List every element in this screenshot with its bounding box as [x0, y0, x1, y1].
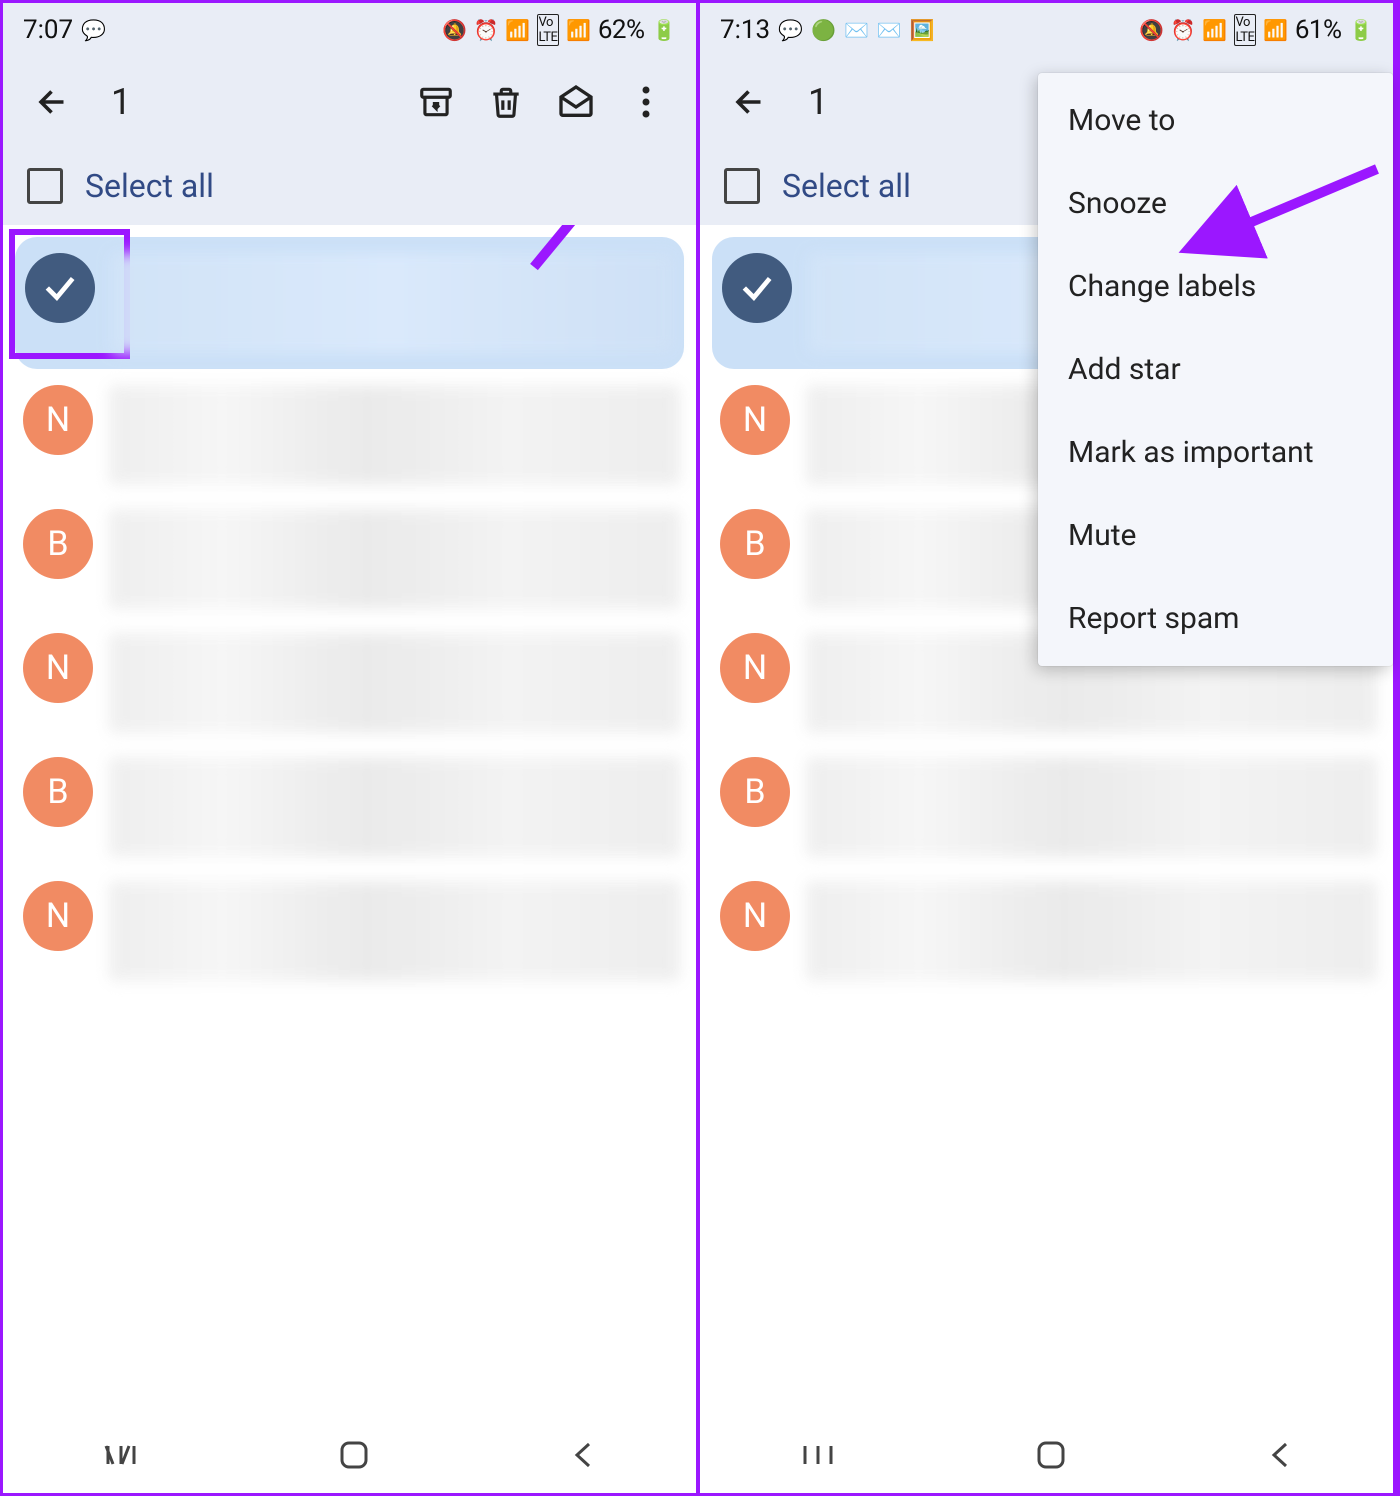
archive-button[interactable]: [406, 72, 466, 132]
battery-icon: 🔋: [652, 18, 676, 42]
selection-count: 1: [808, 81, 828, 123]
menu-mute[interactable]: Mute: [1038, 494, 1393, 577]
status-time: 7:13: [720, 15, 770, 45]
blurred-content: [806, 881, 1377, 981]
blurred-content: [109, 757, 680, 857]
nav-back[interactable]: [571, 1440, 595, 1474]
dnd-icon: 🔕: [442, 18, 466, 42]
wifi-icon: 📶: [1202, 18, 1226, 42]
phone-left: 7:07 💬 🔕 ⏰ 📶 VoLTE 📶 62% 🔋 1: [3, 3, 700, 1493]
chat-icon: 💬: [81, 18, 106, 42]
back-button[interactable]: [23, 72, 83, 132]
gmail-icon: ✉️: [877, 18, 902, 42]
alarm-icon: ⏰: [1171, 18, 1195, 42]
select-all-row[interactable]: Select all: [3, 147, 696, 225]
select-all-checkbox[interactable]: [27, 168, 63, 204]
blurred-content: [111, 253, 674, 353]
selected-check-icon[interactable]: [722, 253, 792, 323]
nav-bar: [3, 1421, 696, 1493]
nav-recents[interactable]: [801, 1443, 835, 1471]
status-bar: 7:13 💬 🟢 ✉️ ✉️ 🖼️ 🔕 ⏰ 📶 VoLTE 📶 61% 🔋: [700, 3, 1393, 57]
signal-icon: 📶: [566, 18, 590, 42]
menu-mark-important[interactable]: Mark as important: [1038, 411, 1393, 494]
nav-back[interactable]: [1268, 1440, 1292, 1474]
volte-icon: VoLTE: [537, 14, 560, 46]
mark-read-button[interactable]: [546, 72, 606, 132]
volte-icon: VoLTE: [1234, 14, 1257, 46]
email-list[interactable]: N B N B N: [3, 225, 696, 1421]
app-bar: 1: [3, 57, 696, 147]
menu-change-labels[interactable]: Change labels: [1038, 245, 1393, 328]
status-bar: 7:07 💬 🔕 ⏰ 📶 VoLTE 📶 62% 🔋: [3, 3, 696, 57]
email-row[interactable]: N: [3, 373, 696, 497]
phone-right: 7:13 💬 🟢 ✉️ ✉️ 🖼️ 🔕 ⏰ 📶 VoLTE 📶 61% 🔋 1 …: [700, 3, 1397, 1493]
email-row[interactable]: B: [3, 745, 696, 869]
signal-icon: 📶: [1263, 18, 1287, 42]
wifi-icon: 📶: [505, 18, 529, 42]
sender-avatar[interactable]: N: [23, 881, 93, 951]
gmail-icon: ✉️: [844, 18, 869, 42]
sender-avatar[interactable]: N: [720, 385, 790, 455]
select-all-label: Select all: [85, 167, 214, 205]
blurred-content: [806, 757, 1377, 857]
email-row[interactable]: [15, 237, 684, 369]
nav-home[interactable]: [1036, 1440, 1066, 1474]
sender-avatar[interactable]: N: [23, 385, 93, 455]
whatsapp-icon: 🟢: [811, 18, 836, 42]
sender-avatar[interactable]: N: [720, 881, 790, 951]
email-row[interactable]: N: [3, 621, 696, 745]
sender-avatar[interactable]: B: [720, 509, 790, 579]
alarm-icon: ⏰: [474, 18, 498, 42]
nav-recents[interactable]: [104, 1443, 138, 1471]
menu-add-star[interactable]: Add star: [1038, 328, 1393, 411]
selection-count: 1: [111, 81, 131, 123]
menu-move-to[interactable]: Move to: [1038, 79, 1393, 162]
sender-avatar[interactable]: B: [23, 757, 93, 827]
status-battery: 62%: [598, 15, 645, 45]
email-row[interactable]: B: [3, 497, 696, 621]
image-icon: 🖼️: [910, 18, 935, 42]
nav-home[interactable]: [339, 1440, 369, 1474]
email-row[interactable]: B: [700, 745, 1393, 869]
chat-icon: 💬: [778, 18, 803, 42]
more-button[interactable]: [616, 72, 676, 132]
select-all-label: Select all: [782, 167, 911, 205]
blurred-content: [109, 509, 680, 609]
sender-avatar[interactable]: N: [23, 633, 93, 703]
sender-avatar[interactable]: B: [23, 509, 93, 579]
blurred-content: [109, 385, 680, 485]
status-time: 7:07: [23, 15, 73, 45]
dnd-icon: 🔕: [1139, 18, 1163, 42]
menu-report-spam[interactable]: Report spam: [1038, 577, 1393, 660]
email-row[interactable]: N: [700, 869, 1393, 993]
back-button[interactable]: [720, 72, 780, 132]
sender-avatar[interactable]: N: [720, 633, 790, 703]
status-battery: 61%: [1295, 15, 1342, 45]
sender-avatar[interactable]: B: [720, 757, 790, 827]
blurred-content: [109, 633, 680, 733]
nav-bar: [700, 1421, 1393, 1493]
selected-check-icon[interactable]: [25, 253, 95, 323]
blurred-content: [109, 881, 680, 981]
menu-snooze[interactable]: Snooze: [1038, 162, 1393, 245]
battery-icon: 🔋: [1349, 18, 1373, 42]
select-all-checkbox[interactable]: [724, 168, 760, 204]
delete-button[interactable]: [476, 72, 536, 132]
overflow-menu: Move to Snooze Change labels Add star Ma…: [1038, 73, 1393, 666]
email-row[interactable]: N: [3, 869, 696, 993]
